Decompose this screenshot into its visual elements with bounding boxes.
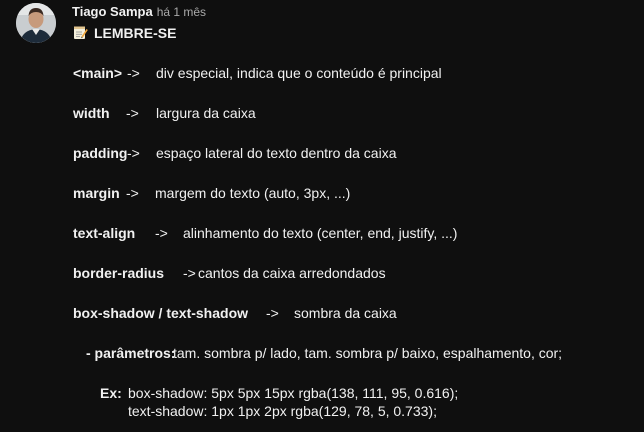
list-item: text-align -> alinhamento do texto (cent… [73, 224, 633, 242]
parameters-line: - parâmetros: tam. sombra p/ lado, tam. … [86, 344, 636, 362]
comment-title: LEMBRE-SE [73, 24, 176, 42]
item-description: margem do texto (auto, 3px, ...) [155, 185, 351, 201]
comment-time[interactable]: há 1 mês [157, 5, 206, 19]
example-code-line: box-shadow: 5px 5px 15px rgba(138, 111, … [128, 385, 459, 401]
list-item: border-radius -> cantos da caixa arredon… [73, 264, 633, 282]
item-term: border-radius [73, 265, 165, 281]
item-arrow: -> [127, 65, 140, 81]
list-item: margin -> margem do texto (auto, 3px, ..… [73, 184, 633, 202]
example-label: Ex: [100, 385, 122, 401]
item-arrow: -> [155, 225, 168, 241]
item-description: espaço lateral do texto dentro da caixa [156, 145, 397, 161]
item-arrow: -> [126, 105, 139, 121]
parameters-text: tam. sombra p/ lado, tam. sombra p/ baix… [173, 345, 563, 361]
item-term: <main> [73, 65, 123, 81]
item-term: width [73, 105, 110, 121]
comment-header: Tiago Sampa há 1 mês [72, 3, 206, 19]
item-description: sombra da caixa [294, 305, 397, 321]
memo-icon [74, 26, 88, 39]
example-line: text-shadow: 1px 1px 2px rgba(129, 78, 5… [128, 402, 628, 420]
item-arrow: -> [127, 145, 140, 161]
list-item: box-shadow / text-shadow -> sombra da ca… [73, 304, 633, 322]
title-text: LEMBRE-SE [94, 25, 177, 41]
item-description: div especial, indica que o conteúdo é pr… [156, 65, 442, 81]
avatar[interactable] [16, 3, 56, 43]
avatar-image [16, 3, 56, 43]
item-arrow: -> [183, 265, 196, 281]
item-term: margin [73, 185, 120, 201]
item-arrow: -> [126, 185, 139, 201]
item-term: box-shadow / text-shadow [73, 305, 249, 321]
list-item: width -> largura da caixa [73, 104, 633, 122]
list-item: padding -> espaço lateral do texto dentr… [73, 144, 633, 162]
item-term: text-align [73, 225, 136, 241]
item-term: padding [73, 145, 128, 161]
parameters-label: - parâmetros: [86, 345, 176, 361]
item-arrow: -> [266, 305, 279, 321]
example-line: Ex: box-shadow: 5px 5px 15px rgba(138, 1… [100, 384, 620, 402]
item-description: largura da caixa [156, 105, 256, 121]
item-description: alinhamento do texto (center, end, justi… [183, 225, 458, 241]
item-description: cantos da caixa arredondados [198, 265, 386, 281]
comment: Tiago Sampa há 1 mês LEMBRE-SE <main> -> … [0, 0, 644, 432]
example-code-line: text-shadow: 1px 1px 2px rgba(129, 78, 5… [128, 403, 437, 419]
author-name[interactable]: Tiago Sampa [72, 4, 153, 19]
list-item: <main> -> div especial, indica que o con… [73, 64, 633, 82]
